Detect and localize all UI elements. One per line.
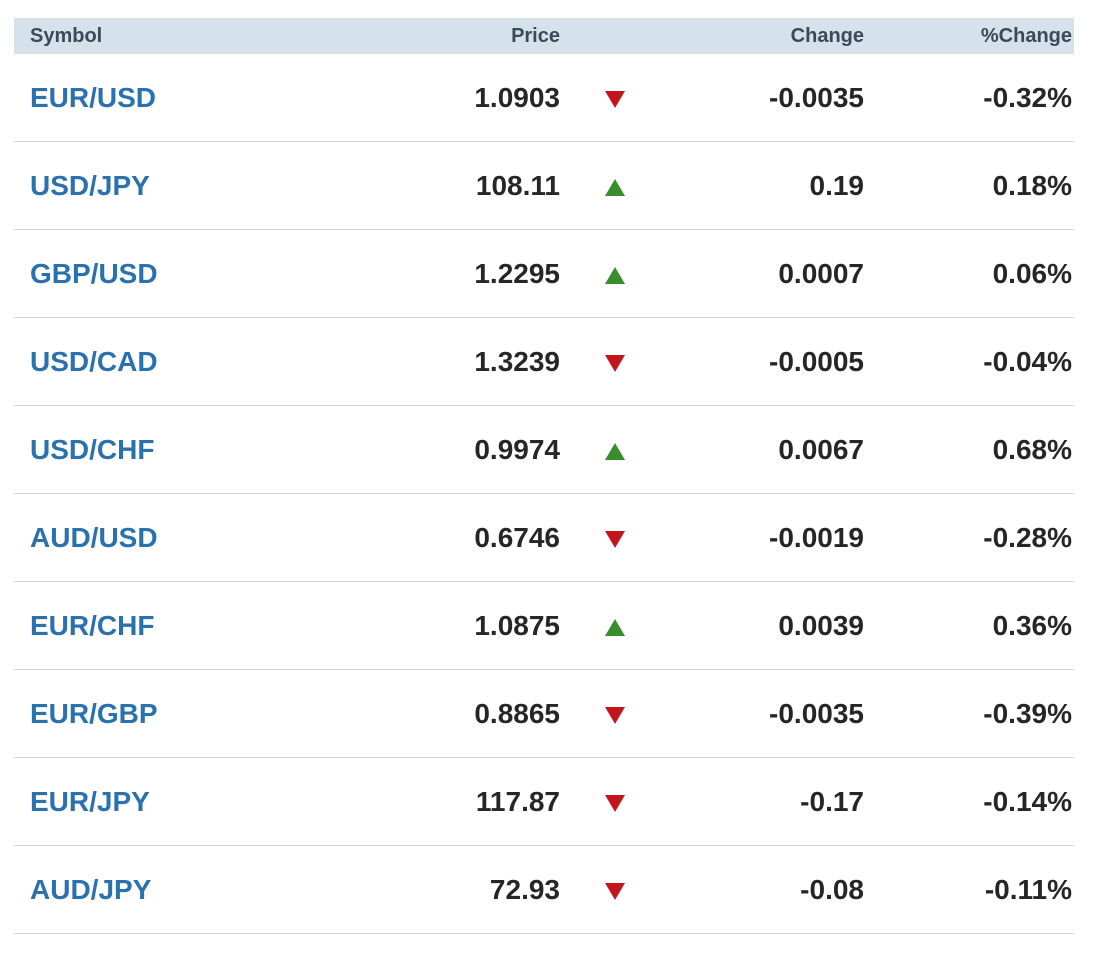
arrow-down-icon: [605, 707, 625, 724]
change-value: 0.0007: [778, 257, 864, 289]
symbol-link[interactable]: EUR/JPY: [30, 786, 280, 818]
direction-indicator: [560, 615, 670, 636]
header-price[interactable]: Price: [280, 25, 560, 48]
arrow-up-icon: [605, 619, 625, 636]
direction-indicator: [560, 527, 670, 548]
price-value: 1.3239: [474, 345, 560, 377]
pct-change-value: 0.68%: [992, 433, 1072, 465]
direction-indicator: [560, 351, 670, 372]
direction-indicator: [560, 263, 670, 284]
pct-change-value: -0.39%: [983, 697, 1072, 729]
change-value: -0.0035: [769, 81, 864, 113]
pct-change-value: 0.06%: [992, 257, 1072, 289]
change-value: -0.0035: [769, 697, 864, 729]
change-value: 0.19: [809, 169, 865, 201]
symbol-link[interactable]: AUD/USD: [30, 522, 280, 554]
symbol-link[interactable]: USD/CAD: [30, 346, 280, 378]
table-row: EUR/CHF 1.0875 0.0039 0.36%: [14, 582, 1074, 670]
pct-change-value: 0.18%: [992, 169, 1072, 201]
header-symbol[interactable]: Symbol: [30, 25, 280, 48]
price-value: 108.11: [475, 169, 560, 201]
change-value: 0.0067: [778, 433, 864, 465]
arrow-down-icon: [605, 355, 625, 372]
arrow-down-icon: [605, 883, 625, 900]
change-value: 0.0039: [778, 609, 864, 641]
pct-change-value: -0.28%: [983, 521, 1072, 553]
table-row: EUR/GBP 0.8865 -0.0035 -0.39%: [14, 670, 1074, 758]
change-value: -0.17: [800, 785, 864, 817]
header-change[interactable]: Change: [670, 25, 864, 48]
symbol-link[interactable]: GBP/USD: [30, 258, 280, 290]
direction-indicator: [560, 87, 670, 108]
arrow-down-icon: [605, 795, 625, 812]
pct-change-value: -0.32%: [983, 81, 1072, 113]
symbol-link[interactable]: AUD/JPY: [30, 874, 280, 906]
table-row: EUR/USD 1.0903 -0.0035 -0.32%: [14, 54, 1074, 142]
table-row: GBP/USD 1.2295 0.0007 0.06%: [14, 230, 1074, 318]
direction-indicator: [560, 175, 670, 196]
arrow-up-icon: [605, 267, 625, 284]
symbol-link[interactable]: EUR/CHF: [30, 610, 280, 642]
direction-indicator: [560, 791, 670, 812]
table-row: AUD/USD 0.6746 -0.0019 -0.28%: [14, 494, 1074, 582]
change-value: -0.0005: [769, 345, 864, 377]
header-pct-change[interactable]: %Change: [864, 25, 1072, 48]
pct-change-value: -0.04%: [983, 345, 1072, 377]
arrow-up-icon: [605, 179, 625, 196]
price-value: 72.93: [489, 873, 560, 905]
direction-indicator: [560, 439, 670, 460]
pct-change-value: 0.36%: [992, 609, 1072, 641]
price-value: 0.6746: [474, 521, 560, 553]
table-row: USD/CHF 0.9974 0.0067 0.68%: [14, 406, 1074, 494]
price-value: 1.0903: [474, 81, 560, 113]
currency-quotes-table: Symbol Price Change %Change EUR/USD 1.090…: [14, 18, 1074, 934]
change-value: -0.08: [800, 873, 864, 905]
price-value: 0.8865: [474, 697, 560, 729]
symbol-link[interactable]: USD/CHF: [30, 434, 280, 466]
price-value: 117.87: [475, 785, 560, 817]
arrow-down-icon: [605, 531, 625, 548]
change-value: -0.0019: [769, 521, 864, 553]
pct-change-value: -0.14%: [983, 785, 1072, 817]
symbol-link[interactable]: USD/JPY: [30, 170, 280, 202]
table-row: USD/CAD 1.3239 -0.0005 -0.04%: [14, 318, 1074, 406]
arrow-up-icon: [605, 443, 625, 460]
price-value: 1.2295: [474, 257, 560, 289]
price-value: 0.9974: [474, 433, 560, 465]
table-body: EUR/USD 1.0903 -0.0035 -0.32% USD/JPY 108.11 0…: [14, 54, 1074, 934]
direction-indicator: [560, 703, 670, 724]
pct-change-value: -0.11%: [984, 873, 1072, 905]
table-row: EUR/JPY 117.87 -0.17 -0.14%: [14, 758, 1074, 846]
direction-indicator: [560, 879, 670, 900]
table-row: USD/JPY 108.11 0.19 0.18%: [14, 142, 1074, 230]
table-header: Symbol Price Change %Change: [14, 18, 1074, 54]
symbol-link[interactable]: EUR/USD: [30, 82, 280, 114]
arrow-down-icon: [605, 91, 625, 108]
price-value: 1.0875: [474, 609, 560, 641]
table-row: AUD/JPY 72.93 -0.08 -0.11%: [14, 846, 1074, 934]
symbol-link[interactable]: EUR/GBP: [30, 698, 280, 730]
